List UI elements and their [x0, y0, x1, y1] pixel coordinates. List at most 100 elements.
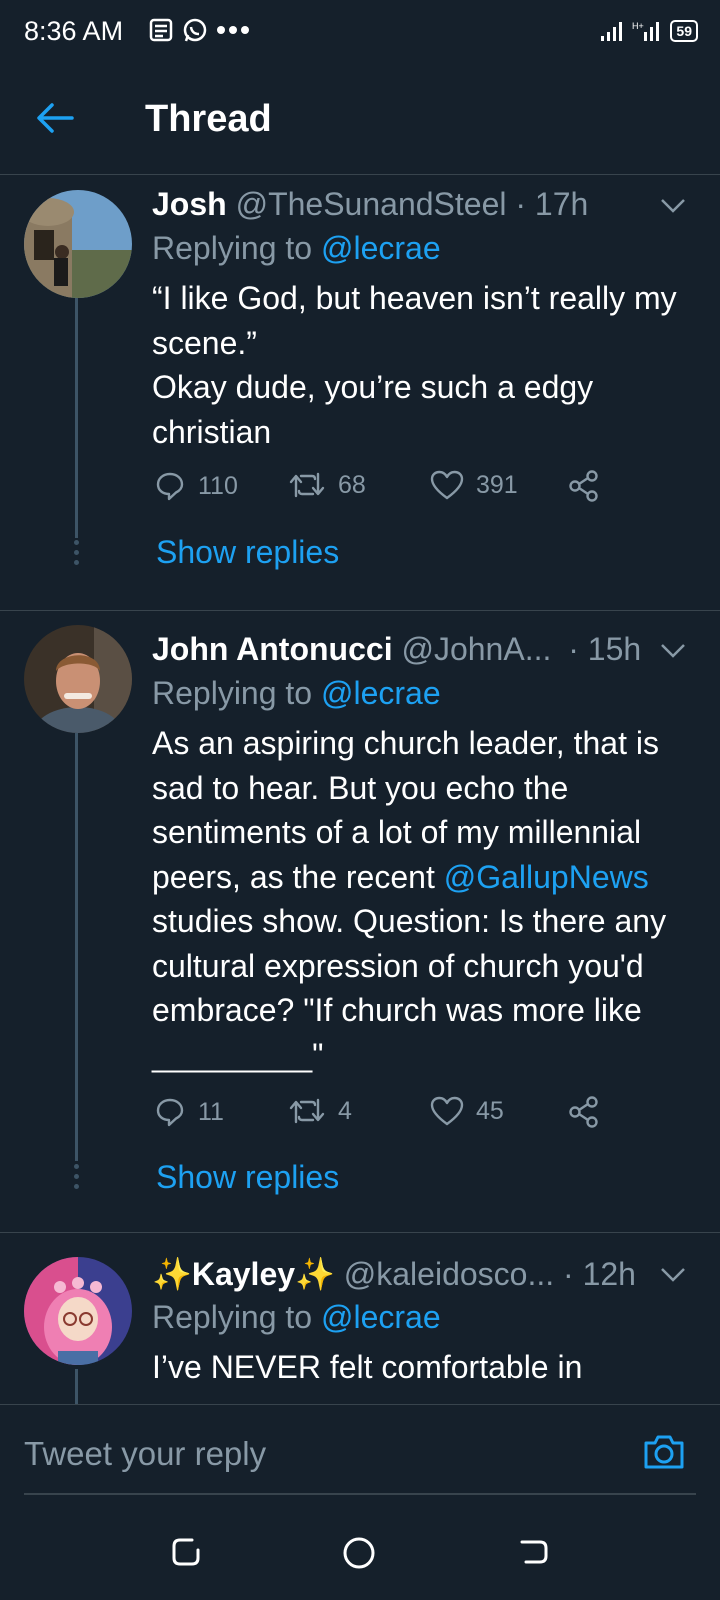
- tweet-meta: John Antonucci @JohnA... · 15h: [152, 631, 641, 668]
- retweet-button[interactable]: 68: [288, 470, 366, 500]
- thread-dots: [74, 1164, 79, 1194]
- tweet-text-line: sad to hear. But you echo the: [152, 769, 569, 806]
- mention-link[interactable]: @GallupNews: [444, 859, 649, 895]
- tweet-time: · 15h: [568, 631, 642, 667]
- avatar[interactable]: [24, 625, 132, 733]
- avatar[interactable]: [24, 190, 132, 298]
- camera-icon[interactable]: [642, 1431, 686, 1471]
- page-title: Thread: [145, 98, 272, 140]
- battery-icon: 59: [670, 20, 698, 42]
- replying-prefix: Replying to: [152, 1299, 321, 1335]
- reply-composer: Tweet your reply: [0, 1404, 720, 1509]
- tweet-meta: ✨Kayley✨ @kaleidosco... · 12h: [152, 1255, 636, 1293]
- tweet-john-antonucci[interactable]: John Antonucci @JohnA... · 15h Replying …: [0, 611, 720, 1231]
- reply-icon: [156, 472, 184, 501]
- thread-dots: [74, 540, 79, 570]
- tweet-text: I’ve NEVER felt comfortable in: [152, 1345, 697, 1390]
- back-arrow-icon[interactable]: [36, 102, 74, 134]
- share-icon: [569, 470, 598, 502]
- show-replies-link[interactable]: Show replies: [156, 1159, 339, 1196]
- reply-icon: [156, 1098, 184, 1127]
- input-underline: [24, 1493, 696, 1495]
- recent-apps-icon[interactable]: [170, 1536, 202, 1568]
- replying-to: Replying to @lecrae: [152, 1299, 441, 1336]
- home-icon[interactable]: [342, 1536, 376, 1570]
- retweet-count: 68: [338, 470, 366, 499]
- author-handle[interactable]: @JohnA...: [401, 631, 551, 667]
- tweet-time: · 17h: [515, 186, 589, 222]
- thread-line: [75, 733, 78, 1161]
- more-notifications-icon: [217, 26, 249, 34]
- tweet-actions: 11 4 45: [154, 1096, 624, 1136]
- back-icon[interactable]: [518, 1536, 550, 1568]
- tweet-meta: Josh @TheSunandSteel · 17h: [152, 186, 588, 223]
- author-name[interactable]: ✨Kayley✨: [152, 1256, 335, 1292]
- tweet-text-line: I’ve NEVER felt comfortable in: [152, 1349, 583, 1385]
- retweet-icon: [289, 1098, 325, 1124]
- tweet-text: As an aspiring church leader, that is sa…: [152, 721, 697, 1077]
- reply-mention-link[interactable]: @lecrae: [321, 230, 441, 266]
- share-icon: [569, 1096, 598, 1128]
- chevron-down-icon[interactable]: [660, 198, 686, 214]
- heart-icon: [430, 470, 464, 500]
- replying-to: Replying to @lecrae: [152, 230, 441, 267]
- like-button[interactable]: 391: [430, 470, 518, 500]
- heart-icon: [430, 1096, 464, 1126]
- replying-to: Replying to @lecrae: [152, 675, 441, 712]
- retweet-icon: [289, 472, 325, 498]
- retweet-button[interactable]: 4: [288, 1096, 352, 1126]
- status-bar: 8:36 AM H+ 59: [0, 0, 720, 64]
- tweet-text-line: As an aspiring church leader, that is: [152, 725, 659, 761]
- tweet-kayley[interactable]: ✨Kayley✨ @kaleidosco... · 12h Replying t…: [0, 1233, 720, 1404]
- status-notification-icons: [148, 17, 250, 43]
- retweet-count: 4: [338, 1096, 352, 1125]
- like-count: 45: [476, 1096, 504, 1125]
- tweet-actions: 110 68 391: [154, 470, 624, 510]
- tweet-text: “I like God, but heaven isn’t really my …: [152, 276, 697, 454]
- tweet-text-segment: peers, as the recent: [152, 858, 444, 895]
- reply-button[interactable]: 11: [154, 1096, 224, 1128]
- tweet-text-line: studies show. Question: Is there any: [152, 903, 667, 939]
- thread-line: [75, 298, 78, 538]
- status-time: 8:36 AM: [24, 16, 124, 46]
- system-nav-bar: [0, 1508, 720, 1600]
- svg-text:H+: H+: [632, 21, 644, 31]
- show-replies-link[interactable]: Show replies: [156, 534, 339, 571]
- signal-icon-2: H+: [632, 21, 660, 41]
- tweet-text-line: peers, as the recent @GallupNews: [152, 855, 697, 900]
- author-handle[interactable]: @TheSunandSteel: [236, 186, 507, 222]
- thread-header: Thread: [0, 64, 720, 175]
- share-button[interactable]: [568, 470, 600, 502]
- chevron-down-icon[interactable]: [660, 643, 686, 659]
- reply-mention-link[interactable]: @lecrae: [321, 1299, 441, 1335]
- thread-line: [75, 1369, 78, 1404]
- like-count: 391: [476, 470, 518, 499]
- tweet-text-line: christian: [152, 413, 272, 450]
- avatar[interactable]: [24, 1257, 132, 1365]
- replying-prefix: Replying to: [152, 230, 321, 266]
- chevron-down-icon[interactable]: [660, 1267, 686, 1283]
- tweet-text-line: scene.”: [152, 324, 257, 361]
- replying-prefix: Replying to: [152, 675, 321, 711]
- tweet-time: · 12h: [563, 1256, 636, 1292]
- tweet-text-line: embrace? "If church was more like: [152, 992, 642, 1028]
- tweet-text-line: cultural expression of church you'd: [152, 947, 644, 984]
- tweet-text-line: Okay dude, you’re such a edgy: [152, 369, 594, 405]
- tweet-text-line: “I like God, but heaven isn’t really my: [152, 280, 677, 316]
- reply-button[interactable]: 110: [154, 470, 238, 502]
- reply-count: 11: [198, 1097, 224, 1126]
- news-icon: [149, 18, 173, 42]
- author-handle[interactable]: @kaleidosco...: [344, 1256, 554, 1292]
- like-button[interactable]: 45: [430, 1096, 504, 1126]
- reply-mention-link[interactable]: @lecrae: [321, 675, 441, 711]
- share-button[interactable]: [568, 1096, 600, 1128]
- tweet-text-line: sentiments of a lot of my millennial: [152, 814, 642, 850]
- reply-input[interactable]: Tweet your reply: [24, 1435, 266, 1473]
- tweet-josh[interactable]: Josh @TheSunandSteel · 17h Replying to @…: [0, 174, 720, 598]
- signal-icon: [601, 22, 623, 41]
- status-system-icons: H+ 59: [600, 20, 698, 42]
- whatsapp-icon: [183, 18, 207, 42]
- tweet-text-line: _________": [152, 1036, 324, 1073]
- author-name[interactable]: Josh: [152, 186, 227, 222]
- author-name[interactable]: John Antonucci: [152, 631, 393, 667]
